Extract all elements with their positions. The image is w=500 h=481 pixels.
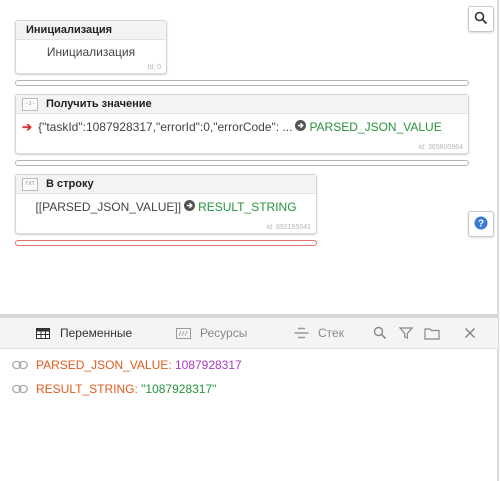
block-header: TXT В строку <box>16 175 316 194</box>
block-connector-error <box>15 240 317 246</box>
assign-arrow-icon <box>184 200 196 214</box>
block-init[interactable]: Инициализация Инициализация Id: 0 <box>15 20 167 74</box>
tab-resources[interactable]: Ресурсы <box>176 318 247 348</box>
variable-separator: : <box>134 382 142 396</box>
assign-arrow-icon <box>295 120 307 134</box>
tab-variables[interactable]: Переменные <box>36 318 132 348</box>
block-expression: {"taskId":1087928317,"errorId":0,"errorC… <box>38 120 293 134</box>
link-icon <box>12 360 28 370</box>
list-item[interactable]: RESULT_STRING: "1087928317" <box>12 382 216 396</box>
folder-icon[interactable] <box>424 325 440 341</box>
block-to-string[interactable]: TXT В строку [[PARSED_JSON_VALUE]] RESUL… <box>15 174 317 234</box>
block-body: Инициализация <box>16 40 166 64</box>
canvas-border <box>497 0 499 481</box>
block-label: Инициализация <box>46 45 136 59</box>
variable-name: PARSED_JSON_VALUE <box>36 358 169 372</box>
block-get-value[interactable]: - J - Получить значение ➔ {"taskId":1087… <box>15 94 469 154</box>
variable-value: 1087928317 <box>174 358 242 372</box>
block-title: Получить значение <box>46 98 152 110</box>
block-id: Id: 0 <box>147 64 161 71</box>
tab-stack[interactable]: Стек <box>294 318 344 348</box>
variable-name: RESULT_STRING <box>36 382 135 396</box>
current-step-arrow-icon: ➔ <box>22 120 33 134</box>
json-icon: - J - <box>22 97 38 111</box>
resources-icon <box>176 327 191 339</box>
close-icon[interactable] <box>462 325 478 341</box>
link-icon <box>12 384 28 394</box>
script-canvas[interactable]: Инициализация Инициализация Id: 0 - J - … <box>0 0 498 314</box>
variable-separator: : <box>168 358 175 372</box>
search-button[interactable] <box>468 6 494 32</box>
table-icon <box>36 327 50 339</box>
help-icon: ? <box>474 216 488 233</box>
tab-label: Стек <box>318 326 344 340</box>
search-icon[interactable] <box>372 325 388 341</box>
block-title: Инициализация <box>26 24 113 36</box>
stack-icon <box>294 327 309 339</box>
text-icon: TXT <box>22 177 38 191</box>
tab-label: Переменные <box>60 326 133 340</box>
block-body: ➔ {"taskId":1087928317,"errorId":0,"erro… <box>16 114 468 140</box>
bottom-panel-toolbar: Переменные Ресурсы Стек <box>0 318 498 349</box>
search-icon <box>474 11 488 28</box>
block-connector <box>15 160 469 166</box>
block-header: Инициализация <box>16 21 166 40</box>
variable-value: "1087928317" <box>141 382 217 396</box>
block-connector <box>15 80 469 86</box>
block-expression: [[PARSED_JSON_VALUE]] <box>35 200 182 214</box>
filter-icon[interactable] <box>398 325 414 341</box>
block-body: [[PARSED_JSON_VALUE]] RESULT_STRING <box>16 194 316 220</box>
block-id: Id: 365800964 <box>418 144 463 151</box>
block-target-variable: PARSED_JSON_VALUE <box>309 120 442 134</box>
help-button[interactable]: ? <box>468 211 494 237</box>
list-item[interactable]: PARSED_JSON_VALUE: 1087928317 <box>12 358 242 372</box>
block-header: - J - Получить значение <box>16 95 468 114</box>
block-id: Id: 892155041 <box>266 224 311 231</box>
block-title: В строку <box>46 178 94 190</box>
tab-label: Ресурсы <box>200 326 248 340</box>
svg-text:?: ? <box>478 218 484 229</box>
block-target-variable: RESULT_STRING <box>198 200 297 214</box>
